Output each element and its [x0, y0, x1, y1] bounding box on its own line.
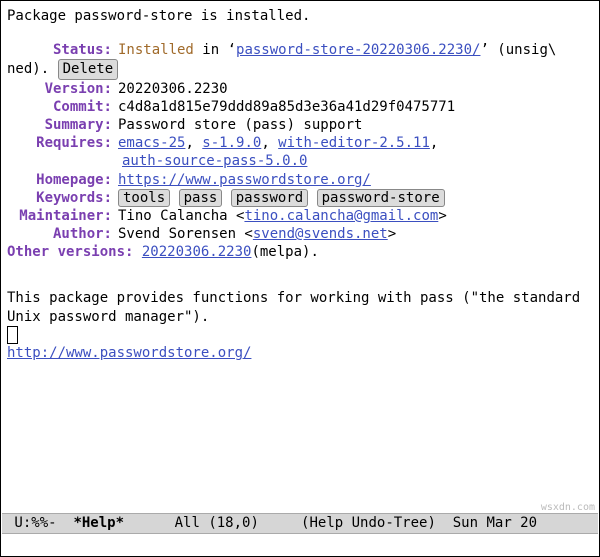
require-link-1[interactable]: emacs-25: [118, 135, 185, 151]
requires-label: Requires:: [7, 134, 112, 152]
commit-value: c4d8a1d815e79ddd89a85d3e36a41d29f0475771: [112, 98, 455, 116]
commit-row: Commit: c4d8a1d815e79ddd89a85d3e36a41d29…: [7, 98, 593, 116]
other-versions-label: Other versions:: [7, 243, 133, 261]
summary-row: Summary: Password store (pass) support: [7, 116, 593, 134]
status-value: Installed: [118, 42, 194, 58]
version-row: Version: 20220306.2230: [7, 80, 593, 98]
other-versions-row: Other versions: 20220306.2230 (melpa).: [7, 243, 593, 261]
requires-row-2: auth-source-pass-5.0.0: [122, 152, 593, 170]
description-paragraph: This package provides functions for work…: [7, 289, 593, 325]
author-email-link[interactable]: svend@svends.net: [253, 226, 388, 242]
status-row: Status: Installed in ‘password-store-202…: [7, 41, 593, 59]
author-name: Svend Sorensen <: [118, 226, 253, 242]
status-in-text: in ‘: [202, 42, 236, 58]
summary-value: Password store (pass) support: [112, 116, 362, 134]
modeline-left: U:%%-: [6, 514, 65, 532]
description-url-link[interactable]: http://www.passwordstore.org/: [7, 345, 251, 361]
modeline-position: All (18,0) (Help Undo-Tree) Sun Mar 20: [124, 514, 537, 532]
require-link-4[interactable]: auth-source-pass-5.0.0: [122, 153, 307, 169]
homepage-label: Homepage:: [7, 171, 112, 189]
package-header: Package password-store is installed.: [7, 7, 593, 25]
maintainer-close: >: [438, 208, 446, 224]
status-label: Status:: [7, 41, 112, 59]
summary-label: Summary:: [7, 116, 112, 134]
homepage-link[interactable]: https://www.passwordstore.org/: [118, 172, 371, 188]
keyword-button-password-store[interactable]: password-store: [317, 189, 445, 207]
homepage-row: Homepage: https://www.passwordstore.org/: [7, 171, 593, 189]
require-link-3[interactable]: with-editor-2.5.11: [278, 135, 430, 151]
other-version-source: (melpa).: [251, 243, 318, 261]
commit-label: Commit:: [7, 98, 112, 116]
keywords-label: Keywords:: [7, 189, 112, 207]
keyword-button-password[interactable]: password: [231, 189, 308, 207]
status-dir-link[interactable]: password-store-20220306.2230/: [236, 42, 480, 58]
modeline[interactable]: U:%%- *Help* All (18,0) (Help Undo-Tree)…: [2, 513, 598, 534]
maintainer-name: Tino Calancha <: [118, 208, 244, 224]
status-row-2: ned). Delete: [7, 59, 593, 79]
status-after-text: ’ (unsig\: [480, 42, 556, 58]
other-version-link[interactable]: 20220306.2230: [142, 243, 252, 261]
help-buffer: Package password-store is installed. Sta…: [1, 1, 599, 368]
keyword-button-pass[interactable]: pass: [179, 189, 223, 207]
minibuffer[interactable]: [2, 535, 598, 555]
keyword-button-tools[interactable]: tools: [118, 189, 170, 207]
maintainer-label: Maintainer:: [7, 207, 112, 225]
point-cursor: [7, 326, 18, 344]
keywords-row: Keywords: tools pass password password-s…: [7, 189, 593, 207]
version-label: Version:: [7, 80, 112, 98]
version-value: 20220306.2230: [112, 80, 228, 98]
author-close: >: [388, 226, 396, 242]
author-label: Author:: [7, 225, 112, 243]
modeline-buffer-name: *Help*: [65, 514, 124, 532]
maintainer-row: Maintainer: Tino Calancha <tino.calancha…: [7, 207, 593, 225]
require-link-2[interactable]: s-1.9.0: [202, 135, 261, 151]
delete-button[interactable]: Delete: [58, 59, 119, 79]
status-line2: ned).: [7, 60, 49, 78]
requires-row: Requires: emacs-25, s-1.9.0, with-editor…: [7, 134, 593, 152]
maintainer-email-link[interactable]: tino.calancha@gmail.com: [244, 208, 438, 224]
author-row: Author: Svend Sorensen <svend@svends.net…: [7, 225, 593, 243]
